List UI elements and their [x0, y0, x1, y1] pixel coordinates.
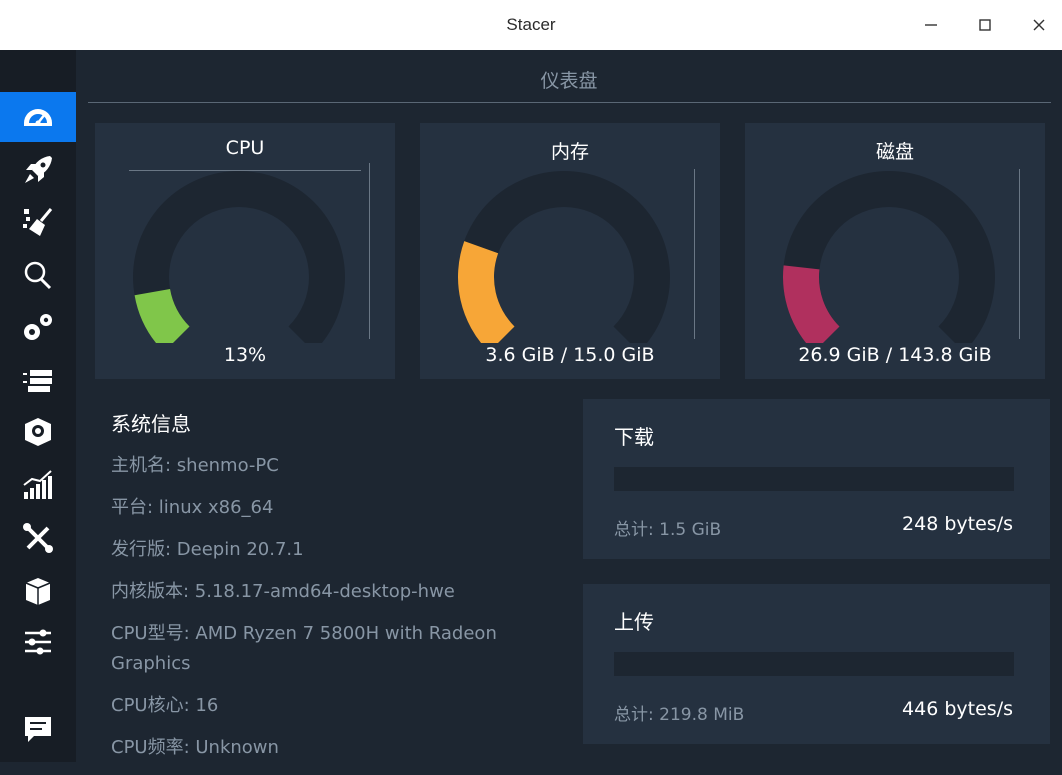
download-total: 总计: 1.5 GiB	[614, 520, 722, 540]
gears-icon	[24, 314, 52, 340]
memory-gauge-fill	[458, 241, 515, 343]
sidebar-item-services[interactable]	[0, 302, 76, 352]
sliders-icon	[25, 629, 51, 655]
upload-total: 总计: 219.8 MiB	[614, 705, 745, 725]
tools-icon	[23, 523, 53, 553]
sidebar-item-search[interactable]	[0, 250, 76, 300]
sidebar	[0, 50, 76, 762]
cpu-model-row: CPU型号: AMD Ryzen 7 5800H with Radeon Gra…	[111, 623, 497, 674]
cpu-gauge	[133, 171, 345, 343]
resources-chart-icon	[23, 470, 52, 499]
upload-speed: 446 bytes/s	[902, 698, 1013, 720]
page-title: 仪表盘	[540, 70, 598, 92]
download-bar	[614, 467, 1014, 491]
cpu-usage-value: 13%	[223, 344, 267, 366]
upload-title: 上传	[614, 610, 654, 634]
minimize-button[interactable]	[918, 12, 944, 38]
upload-bar	[614, 652, 1014, 676]
rocket-icon	[25, 156, 52, 183]
box-icon	[25, 578, 51, 605]
cpu-card-separator	[369, 163, 370, 339]
processes-icon	[23, 370, 52, 392]
maximize-button[interactable]	[972, 12, 998, 38]
hostname-row: 主机名: shenmo-PC	[111, 455, 279, 476]
cpu-cores-row: CPU核心: 16	[111, 695, 219, 716]
disk-title: 磁盘	[875, 141, 914, 163]
sidebar-item-system-cleaner[interactable]	[0, 198, 76, 248]
feedback-icon	[25, 717, 51, 742]
disk-card-separator	[1019, 169, 1020, 339]
cpu-gauge-fill	[134, 289, 190, 343]
minimize-icon	[925, 24, 937, 26]
download-card: 下载 总计: 1.5 GiB 248 bytes/s	[583, 399, 1050, 559]
close-button[interactable]	[1026, 12, 1052, 38]
search-icon	[24, 261, 52, 290]
upload-card: 上传 总计: 219.8 MiB 446 bytes/s	[583, 584, 1050, 744]
sidebar-item-settings[interactable]	[0, 617, 76, 667]
sidebar-item-dashboard[interactable]	[0, 92, 76, 142]
memory-gauge	[458, 171, 670, 343]
maximize-icon	[979, 19, 991, 31]
download-title: 下载	[614, 425, 654, 449]
window-title: Stacer	[506, 15, 556, 34]
disk-card: 磁盘 26.9 GiB / 143.8 GiB	[745, 123, 1045, 379]
dashboard-icon	[24, 109, 52, 126]
memory-title: 内存	[550, 141, 589, 163]
sidebar-item-feedback[interactable]	[0, 704, 76, 754]
disk-gauge	[783, 171, 995, 343]
dashboard-page: 仪表盘 CPU 13% 内存 3.6 GiB / 15.0 GiB 磁盘 26.…	[76, 50, 1062, 762]
cpu-card: CPU 13%	[95, 123, 395, 379]
sidebar-item-resources[interactable]	[0, 460, 76, 510]
cpu-frequency-row: CPU频率: Unknown	[111, 737, 279, 758]
disk-usage-value: 26.9 GiB / 143.8 GiB	[798, 344, 992, 366]
memory-card: 内存 3.6 GiB / 15.0 GiB	[420, 123, 720, 379]
system-info-title: 系统信息	[111, 412, 191, 436]
sidebar-item-apt-repositories[interactable]	[0, 565, 76, 615]
sidebar-item-uninstaller[interactable]	[0, 407, 76, 457]
memory-usage-value: 3.6 GiB / 15.0 GiB	[485, 344, 655, 366]
kernel-version-row: 内核版本: 5.18.17-amd64-desktop-hwe	[111, 581, 455, 602]
distribution-row: 发行版: Deepin 20.7.1	[111, 539, 304, 560]
cpu-title: CPU	[225, 137, 265, 159]
platform-row: 平台: linux x86_64	[111, 497, 274, 518]
title-bar: Stacer	[0, 0, 1062, 51]
title-divider	[88, 102, 1051, 103]
sidebar-item-startup-apps[interactable]	[0, 145, 76, 195]
uninstaller-icon	[25, 418, 51, 446]
sidebar-item-helpers[interactable]	[0, 513, 76, 563]
sidebar-item-processes[interactable]	[0, 355, 76, 405]
download-speed: 248 bytes/s	[902, 513, 1013, 535]
broom-icon	[23, 208, 53, 236]
memory-card-separator	[694, 169, 695, 339]
disk-gauge-fill	[783, 265, 840, 343]
system-info: 系统信息 主机名: shenmo-PC 平台: linux x86_64 发行版…	[111, 408, 551, 775]
close-icon	[1033, 19, 1045, 31]
